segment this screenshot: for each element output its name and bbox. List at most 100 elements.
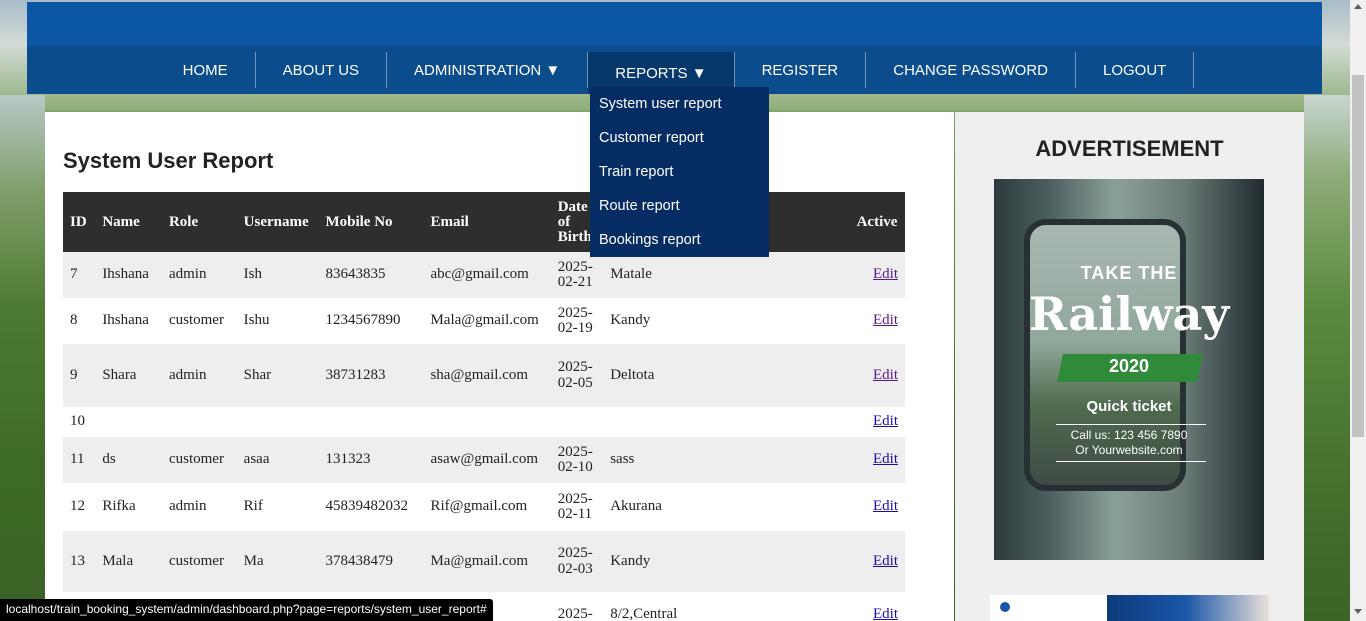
advertisement-sidebar: ADVERTISEMENT TAKE THE Railway 2020 Quic… (955, 112, 1304, 621)
edit-link[interactable]: Edit (873, 606, 898, 621)
cell-address: 8/2,Central (603, 592, 850, 621)
edit-link[interactable]: Edit (873, 413, 898, 430)
scroll-down-arrow-icon[interactable] (1354, 609, 1362, 614)
nav-logout[interactable]: LOGOUT (1076, 52, 1195, 88)
ad-text-railway: Railway (1028, 287, 1230, 341)
cell-active: Edit (849, 437, 905, 483)
cell-active: Edit (849, 298, 905, 344)
cell-address: Deltota (603, 344, 850, 407)
cell-username (236, 407, 319, 437)
cell-email: Mala@gmail.com (423, 298, 551, 344)
cell-dob: 2025-02-11 (550, 483, 604, 531)
reports-dropdown-menu: System user report Customer report Train… (590, 87, 769, 257)
cell-address: Kandy (603, 298, 850, 344)
cell-dob (550, 407, 604, 437)
column-header-username: Username (236, 192, 319, 252)
column-header-mobile: Mobile No (318, 192, 424, 252)
cell-username: Ishu (236, 298, 319, 344)
cell-role: admin (161, 483, 237, 531)
edit-link[interactable]: Edit (873, 266, 898, 283)
table-row: 8 Ihshana customer Ishu 1234567890 Mala@… (63, 298, 905, 344)
edit-link[interactable]: Edit (873, 451, 898, 468)
edit-link[interactable]: Edit (873, 553, 898, 569)
main-content: System User Report ID Name Role Username… (45, 112, 954, 621)
cell-email: asaw@gmail.com (423, 437, 551, 483)
cell-name: Ihshana (95, 298, 162, 344)
table-row: 11 ds customer asaa 131323 asaw@gmail.co… (63, 437, 905, 483)
cell-name: Mala (95, 531, 162, 592)
menu-item-bookings-report[interactable]: Bookings report (590, 223, 769, 257)
cell-id: 10 (63, 407, 96, 437)
cell-active: Edit (849, 407, 905, 437)
cell-dob: 2025-02-03 (550, 531, 604, 592)
nav-administration[interactable]: ADMINISTRATION ▼ (387, 52, 589, 88)
cell-username: Rif (236, 483, 319, 531)
menu-item-route-report[interactable]: Route report (590, 189, 769, 223)
column-header-name: Name (95, 192, 162, 252)
column-header-role: Role (161, 192, 237, 252)
cell-name (95, 407, 162, 437)
nav-register[interactable]: REGISTER (735, 52, 867, 88)
cell-email (423, 407, 551, 437)
table-row: 7 Ihshana admin Ish 83643835 abc@gmail.c… (63, 252, 905, 298)
cell-role: admin (161, 344, 237, 407)
cell-id: 13 (63, 531, 96, 592)
ad-text-call: Call us: 123 456 7890 (1070, 428, 1188, 442)
background-scenery-left (0, 95, 45, 621)
ad-text-take-the: TAKE THE (1080, 263, 1178, 283)
cell-username: Ish (236, 252, 319, 298)
cell-id: 12 (63, 483, 96, 531)
ad-logo-icon (1000, 602, 1010, 612)
cell-dob: 2025-02-05 (550, 344, 604, 407)
cell-name: Shara (95, 344, 162, 407)
cell-active: Edit (849, 531, 905, 592)
cell-id: 7 (63, 252, 96, 298)
edit-link[interactable]: Edit (873, 312, 898, 329)
cell-mobile: 1234567890 (318, 298, 424, 344)
page-scrollbar[interactable] (1350, 0, 1366, 621)
page-title: System User Report (63, 148, 274, 173)
cell-active: Edit (849, 592, 905, 621)
cell-mobile (318, 407, 424, 437)
cell-dob: 2025-02-21 (550, 252, 604, 298)
table-row: 12 Rifka admin Rif 45839482032 Rif@gmail… (63, 483, 905, 531)
cell-dob: 2025- (550, 592, 604, 621)
nav-change-password[interactable]: CHANGE PASSWORD (866, 52, 1076, 88)
cell-username: Ma (236, 531, 319, 592)
column-header-active: Active (849, 192, 905, 252)
cell-dob: 2025-02-10 (550, 437, 604, 483)
nav-home[interactable]: HOME (155, 52, 256, 88)
background-scenery-right (1304, 95, 1350, 621)
cell-id: 9 (63, 344, 96, 407)
advertisement-title: ADVERTISEMENT (1035, 136, 1224, 161)
menu-item-train-report[interactable]: Train report (590, 155, 769, 189)
menu-item-system-user-report[interactable]: System user report (590, 87, 769, 121)
cell-dob: 2025-02-19 (550, 298, 604, 344)
railway-advertisement-banner[interactable]: TAKE THE Railway 2020 Quick ticket Call … (994, 179, 1264, 560)
menu-item-customer-report[interactable]: Customer report (590, 121, 769, 155)
table-header-row: ID Name Role Username Mobile No Email Da… (63, 192, 905, 252)
cell-username: Shar (236, 344, 319, 407)
cell-mobile: 45839482032 (318, 483, 424, 531)
cell-username: asaa (236, 437, 319, 483)
scrollbar-thumb[interactable] (1352, 75, 1364, 437)
table-row: 10 Edit (63, 407, 905, 437)
ad-divider (1056, 461, 1206, 462)
edit-link[interactable]: Edit (873, 498, 898, 515)
cell-role: customer (161, 298, 237, 344)
system-user-table: ID Name Role Username Mobile No Email Da… (63, 192, 905, 621)
ad-text-website: Or Yourwebsite.com (1075, 443, 1183, 457)
cell-mobile: 38731283 (318, 344, 424, 407)
nav-about-us[interactable]: ABOUT US (256, 52, 388, 88)
cell-address: sass (603, 437, 850, 483)
ad-text-year: 2020 (1108, 356, 1150, 376)
cell-email: Ma@gmail.com (423, 531, 551, 592)
second-advertisement-banner[interactable] (990, 595, 1269, 621)
column-header-id: ID (63, 192, 96, 252)
cell-active: Edit (849, 344, 905, 407)
edit-link[interactable]: Edit (873, 367, 898, 383)
cell-role (161, 407, 237, 437)
table-row: 9 Shara admin Shar 38731283 sha@gmail.co… (63, 344, 905, 407)
scroll-up-arrow-icon[interactable] (1354, 4, 1362, 9)
cell-address: Akurana (603, 483, 850, 531)
